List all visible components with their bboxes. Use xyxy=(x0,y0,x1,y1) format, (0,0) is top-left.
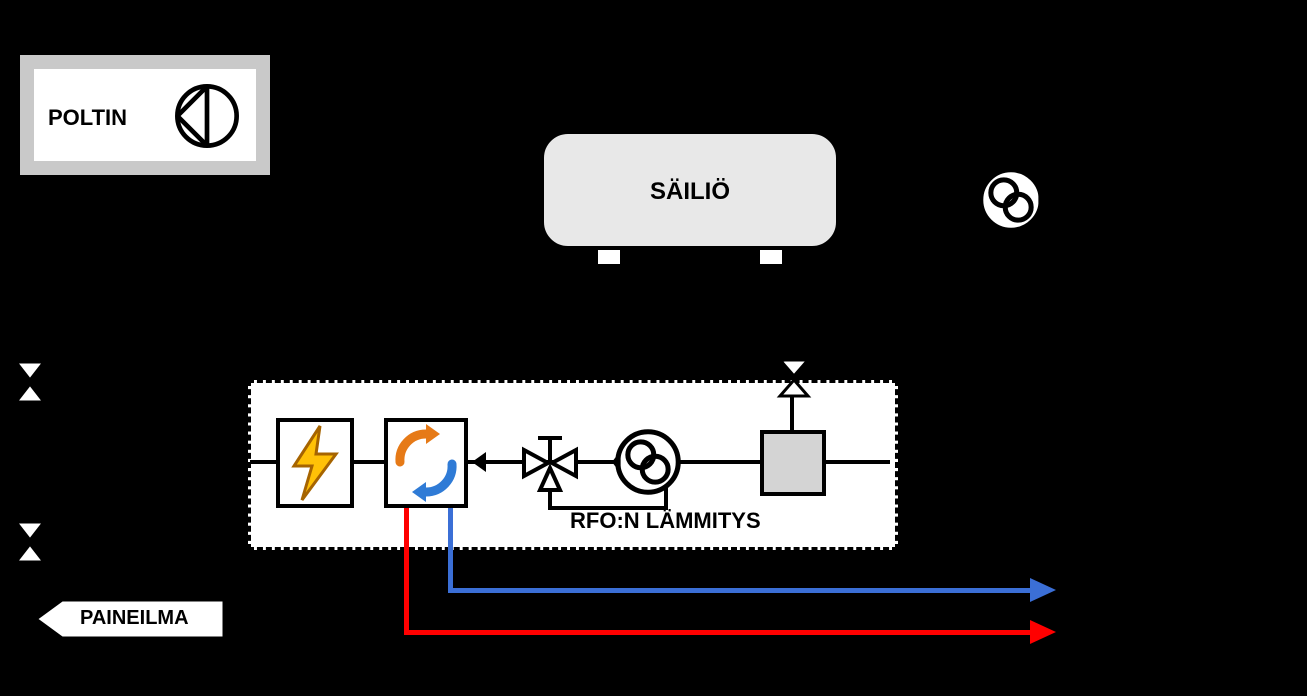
pipe xyxy=(140,189,144,464)
burner-label: POLTIN xyxy=(48,105,127,131)
filter-box-icon xyxy=(760,430,826,496)
cycle-arrows-icon xyxy=(388,422,464,504)
pipe xyxy=(28,578,32,618)
tank: SÄILIÖ xyxy=(540,130,840,250)
pipe xyxy=(826,460,890,464)
hot-line xyxy=(404,630,1034,635)
valve-icon xyxy=(12,520,48,564)
flow-arrow-icon xyxy=(1030,620,1056,649)
valve-icon xyxy=(1085,182,1133,218)
hot-line xyxy=(404,508,409,634)
tank-foot xyxy=(594,246,624,268)
compressed-air-label: PAINEILMA xyxy=(80,607,189,630)
flow-arrow-icon xyxy=(472,448,506,481)
valve-icon xyxy=(70,444,118,480)
burner-icon xyxy=(168,77,246,155)
diagram-canvas: POLTIN xyxy=(0,0,1307,696)
burner-panel: POLTIN xyxy=(20,55,270,175)
pump-icon xyxy=(975,164,1047,236)
rfo-label: RFO:N LÄMMITYS xyxy=(570,508,761,534)
cold-line xyxy=(448,588,1034,593)
pipe xyxy=(354,460,384,464)
cold-line xyxy=(448,508,453,592)
pipe xyxy=(548,506,668,510)
pump-icon xyxy=(612,426,684,498)
tank-label: SÄILIÖ xyxy=(544,178,836,206)
solenoid-valve-icon xyxy=(772,350,816,405)
control-valve-icon xyxy=(520,432,580,497)
electric-heater xyxy=(276,418,354,508)
valve-icon xyxy=(895,182,943,218)
compressed-air-tag: PAINEILMA xyxy=(36,598,226,640)
lightning-icon xyxy=(280,422,350,504)
tank-foot xyxy=(756,246,786,268)
flow-arrow-icon xyxy=(1030,578,1056,607)
heat-exchanger xyxy=(384,418,468,508)
valve-icon xyxy=(12,360,48,404)
